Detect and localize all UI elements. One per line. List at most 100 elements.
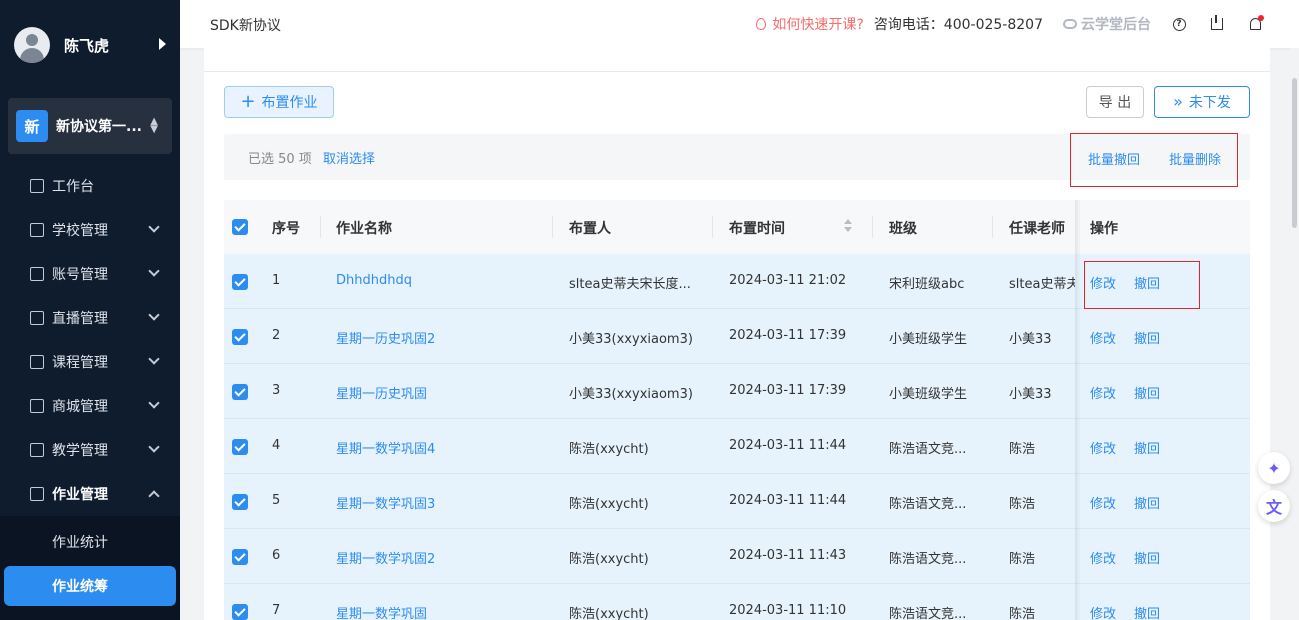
submenu-label: 作业统筹 [52, 579, 108, 595]
translate-icon[interactable]: 文 [1258, 490, 1290, 522]
submenu-item-homework-plan[interactable]: 作业统筹 [4, 566, 176, 606]
table-header: 序号 作业名称 布置人 布置时间 班级 任课老师 操作 [224, 200, 1250, 254]
users-icon [30, 267, 44, 281]
menu-item-dashboard[interactable]: 工作台 [0, 164, 180, 208]
assign-homework-button[interactable]: + 布置作业 [224, 86, 334, 118]
cell-no: 2 [272, 328, 281, 343]
cell-teacher: sltea史蒂夫 [1009, 277, 1075, 292]
menu-item-live[interactable]: 直播管理 [0, 296, 180, 340]
row-checkbox[interactable] [232, 439, 248, 455]
bell-icon[interactable] [1245, 14, 1265, 34]
menu-item-teaching[interactable]: 教学管理 [0, 428, 180, 472]
cell-name[interactable]: 星期一数学巩固 [336, 603, 427, 620]
cell-no: 5 [272, 493, 281, 508]
recall-link[interactable]: 撤回 [1134, 383, 1160, 402]
cell-time: 2024-03-11 17:39 [729, 328, 847, 343]
menu-label: 学校管理 [52, 223, 108, 239]
shop-icon [30, 399, 44, 413]
cell-class: 陈浩语文竞... [889, 552, 967, 567]
recall-link[interactable]: 撤回 [1134, 438, 1160, 457]
batch-recall-link[interactable]: 批量撤回 [1088, 149, 1140, 168]
cell-name[interactable]: 星期一数学巩固2 [336, 548, 435, 567]
cell-teacher: 陈浩 [1009, 552, 1036, 567]
double-chevron-right-icon: » [1173, 92, 1183, 111]
recall-link[interactable]: 撤回 [1134, 548, 1160, 567]
table-row: 7 星期一数学巩固 陈浩(xxycht) 2024-03-11 11:10 陈浩… [224, 584, 1250, 620]
cell-assigner: 陈浩(xxycht) [569, 442, 649, 457]
help-icon[interactable]: ? [1169, 14, 1189, 34]
scrollbar[interactable] [1290, 48, 1299, 620]
homework-table: 序号 作业名称 布置人 布置时间 班级 任课老师 操作 1 Dhhdhdhdq … [224, 200, 1250, 620]
plus-icon: + [240, 91, 256, 112]
col-time[interactable]: 布置时间 [729, 218, 785, 238]
select-all-checkbox[interactable] [232, 219, 248, 235]
cell-time: 2024-03-11 11:44 [729, 438, 847, 453]
cell-name[interactable]: 星期一数学巩固3 [336, 493, 435, 512]
undistributed-button[interactable]: » 未下发 [1154, 86, 1250, 118]
chevron-down-icon [148, 353, 160, 365]
table-row: 2 星期一历史巩固2 小美33(xxyxiaom3) 2024-03-11 17… [224, 309, 1250, 364]
cell-name[interactable]: 星期一历史巩固2 [336, 328, 435, 347]
cell-no: 3 [272, 383, 281, 398]
selected-count: 已选 50 项 [248, 152, 312, 167]
row-checkbox[interactable] [232, 494, 248, 510]
recall-link[interactable]: 撤回 [1134, 493, 1160, 512]
menu-item-homework[interactable]: 作业管理 [0, 472, 180, 516]
edit-link[interactable]: 修改 [1090, 328, 1116, 347]
cell-assigner: sltea史蒂夫宋长度... [569, 277, 691, 292]
user-name: 陈飞虎 [64, 36, 110, 55]
selection-bar: 已选 50 项 取消选择 批量撤回 批量删除 [224, 133, 1250, 187]
cell-name[interactable]: 星期一历史巩固 [336, 383, 427, 402]
edit-link[interactable]: 修改 [1090, 548, 1116, 567]
brand-name: 云学堂后台 [1081, 17, 1151, 33]
cell-time: 2024-03-11 11:43 [729, 548, 847, 563]
scroll-thumb[interactable] [1292, 78, 1297, 228]
menu-label: 课程管理 [52, 355, 108, 371]
edit-link[interactable]: 修改 [1090, 603, 1116, 620]
cell-no: 4 [272, 438, 281, 453]
edit-link[interactable]: 修改 [1090, 383, 1116, 402]
submenu-item-homework-stats[interactable]: 作业统计 [0, 520, 180, 564]
menu-label: 账号管理 [52, 267, 108, 283]
org-switcher[interactable]: 新 新协议第一... ▲ ▼ [8, 98, 172, 154]
menu-label: 直播管理 [52, 311, 108, 327]
cell-class: 陈浩语文竞... [889, 497, 967, 512]
row-checkbox[interactable] [232, 329, 248, 345]
sort-icon[interactable] [844, 219, 852, 233]
fixed-column-shadow [1075, 200, 1081, 620]
notification-dot [1258, 15, 1264, 21]
cancel-selection-link[interactable]: 取消选择 [323, 148, 375, 167]
recall-link[interactable]: 撤回 [1134, 603, 1160, 620]
batch-delete-link[interactable]: 批量删除 [1169, 149, 1221, 168]
cell-assigner: 陈浩(xxycht) [569, 552, 649, 567]
export-button[interactable]: 导 出 [1086, 86, 1144, 118]
edit-link[interactable]: 修改 [1090, 438, 1116, 457]
user-profile[interactable]: 陈飞虎 [0, 0, 180, 90]
quick-start-link[interactable]: 如何快速开课? [756, 14, 864, 34]
cell-no: 7 [272, 603, 281, 618]
menu-item-mall[interactable]: 商城管理 [0, 384, 180, 428]
recall-link[interactable]: 撤回 [1134, 328, 1160, 347]
table-row: 6 星期一数学巩固2 陈浩(xxycht) 2024-03-11 11:43 陈… [224, 529, 1250, 584]
row-checkbox[interactable] [232, 604, 248, 620]
menu-item-account[interactable]: 账号管理 [0, 252, 180, 296]
highlight-box [1084, 261, 1200, 309]
menu-label: 商城管理 [52, 399, 108, 415]
row-checkbox[interactable] [232, 549, 248, 565]
menu-item-course[interactable]: 课程管理 [0, 340, 180, 384]
cell-no: 1 [272, 273, 281, 288]
ai-sparkle-icon[interactable]: ✦ [1258, 452, 1290, 484]
cell-time: 2024-03-11 11:44 [729, 493, 847, 508]
col-ops: 操作 [1090, 221, 1118, 237]
cell-teacher: 陈浩 [1009, 442, 1036, 457]
col-no: 序号 [272, 221, 300, 237]
cell-name[interactable]: Dhhdhdhdq [336, 273, 412, 288]
undistributed-label: 未下发 [1188, 95, 1231, 111]
row-checkbox[interactable] [232, 384, 248, 400]
row-checkbox[interactable] [232, 274, 248, 290]
menu-item-school[interactable]: 学校管理 [0, 208, 180, 252]
cell-name[interactable]: 星期一数学巩固4 [336, 438, 435, 457]
download-icon[interactable] [1207, 14, 1227, 34]
edit-link[interactable]: 修改 [1090, 493, 1116, 512]
cell-class: 陈浩语文竞... [889, 607, 967, 620]
